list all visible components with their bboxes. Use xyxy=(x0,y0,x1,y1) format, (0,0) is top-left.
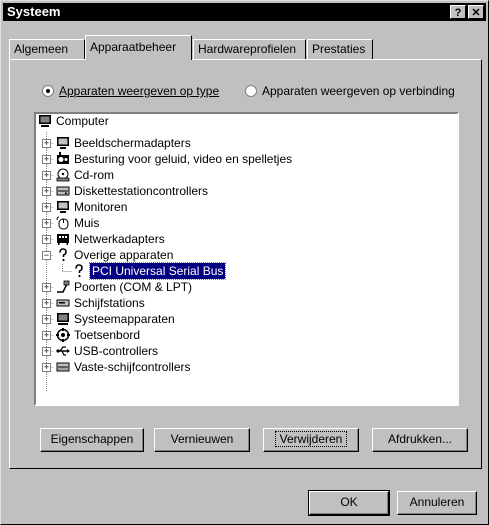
expand-toggle[interactable]: + xyxy=(42,187,51,196)
expand-toggle[interactable]: + xyxy=(42,219,51,228)
tree-item-label: Toetsenbord xyxy=(74,328,141,342)
expand-toggle[interactable]: + xyxy=(42,347,51,356)
properties-button-label: Eigenschappen xyxy=(50,432,134,446)
port-icon xyxy=(57,280,70,293)
system-icon xyxy=(57,313,69,325)
mouse-icon xyxy=(56,216,69,230)
monitor-icon xyxy=(57,137,69,149)
expand-toggle[interactable]: + xyxy=(42,203,51,212)
sound-icon xyxy=(57,152,69,164)
close-button[interactable]: ✕ xyxy=(468,5,484,19)
question-icon xyxy=(59,248,67,262)
properties-button[interactable]: Eigenschappen xyxy=(40,428,144,452)
disk-icon xyxy=(56,299,70,307)
hdd-controller-icon xyxy=(56,362,70,372)
remove-button-label: Verwijderen xyxy=(274,431,348,447)
expand-toggle[interactable]: + xyxy=(42,171,51,180)
floppy-controller-icon xyxy=(56,186,70,196)
expand-toggle[interactable]: + xyxy=(42,283,51,292)
expand-toggle[interactable]: + xyxy=(42,139,51,148)
tree-item-label: Muis xyxy=(74,216,100,230)
tree-item-label: Systeemapparaten xyxy=(74,312,175,326)
radio-button-selected[interactable] xyxy=(42,85,54,97)
tree-item-label: USB-controllers xyxy=(74,344,159,358)
tab-algemeen[interactable]: Algemeen xyxy=(9,39,85,59)
expand-toggle[interactable]: + xyxy=(42,235,51,244)
tree-item-label: Schijfstations xyxy=(74,296,145,310)
tree-item-label: Vaste-schijfcontrollers xyxy=(74,360,191,374)
device-tree[interactable]: Computer + Beeldschermadapters + Besturi… xyxy=(34,112,459,406)
tree-item-label: Besturing voor geluid, video en spelletj… xyxy=(74,152,293,166)
tree-item-label: Overige apparaten xyxy=(74,248,174,262)
keyboard-icon xyxy=(56,328,70,342)
remove-button[interactable]: Verwijderen xyxy=(263,428,359,452)
monitor-icon xyxy=(57,201,69,213)
radio-view-by-type-label: Apparaten weergeven op type xyxy=(59,84,220,98)
expand-toggle[interactable]: + xyxy=(42,331,51,340)
tree-item-label: Monitoren xyxy=(74,200,128,214)
print-button-label: Afdrukken... xyxy=(387,432,453,446)
system-properties-window: Systeem ? ✕ Algemeen Apparaatbeheer Hard… xyxy=(0,0,489,525)
refresh-button[interactable]: Vernieuwen xyxy=(154,428,250,452)
network-icon xyxy=(57,234,69,245)
radio-button-unselected[interactable] xyxy=(245,85,257,97)
cancel-button[interactable]: Annuleren xyxy=(397,491,477,515)
device-manager-panel: Apparaten weergeven op type Apparaten we… xyxy=(9,59,482,469)
tab-apparaatbeheer[interactable]: Apparaatbeheer xyxy=(85,35,192,60)
expand-toggle[interactable]: + xyxy=(42,363,51,372)
collapse-toggle[interactable]: − xyxy=(42,251,51,260)
tree-item-label: Netwerkadapters xyxy=(74,232,165,246)
usb-icon xyxy=(56,346,70,356)
radio-view-by-connection-label: Apparaten weergeven op verbinding xyxy=(262,84,455,98)
tree-root-label: Computer xyxy=(56,114,109,128)
expand-toggle[interactable]: + xyxy=(42,315,51,324)
tree-item-label: Cd-rom xyxy=(74,168,115,182)
window-title: Systeem xyxy=(7,4,61,19)
ok-button[interactable]: OK xyxy=(308,490,390,516)
cdrom-icon xyxy=(56,168,70,182)
tree-item-label: Poorten (COM & LPT) xyxy=(74,280,193,294)
tree-item-label: Diskettestationcontrollers xyxy=(74,184,209,198)
tree-item-label: Beeldschermadapters xyxy=(74,136,191,150)
print-button[interactable]: Afdrukken... xyxy=(372,428,468,452)
title-bar[interactable]: Systeem ? ✕ xyxy=(3,3,486,21)
cancel-button-label: Annuleren xyxy=(409,495,465,509)
computer-icon xyxy=(39,115,51,127)
expand-toggle[interactable]: + xyxy=(42,299,51,308)
help-button[interactable]: ? xyxy=(450,5,466,19)
radio-view-by-connection[interactable]: Apparaten weergeven op verbinding xyxy=(245,84,455,98)
radio-view-by-type[interactable]: Apparaten weergeven op type xyxy=(42,84,219,98)
tree-item-label-selected: PCI Universal Serial Bus xyxy=(88,262,227,280)
tab-prestaties[interactable]: Prestaties xyxy=(307,39,373,59)
expand-toggle[interactable]: + xyxy=(42,155,51,164)
tab-hardwareprofielen[interactable]: Hardwareprofielen xyxy=(193,39,306,59)
question-icon xyxy=(75,264,83,278)
ok-button-label: OK xyxy=(340,495,358,509)
refresh-button-label: Vernieuwen xyxy=(170,432,234,446)
